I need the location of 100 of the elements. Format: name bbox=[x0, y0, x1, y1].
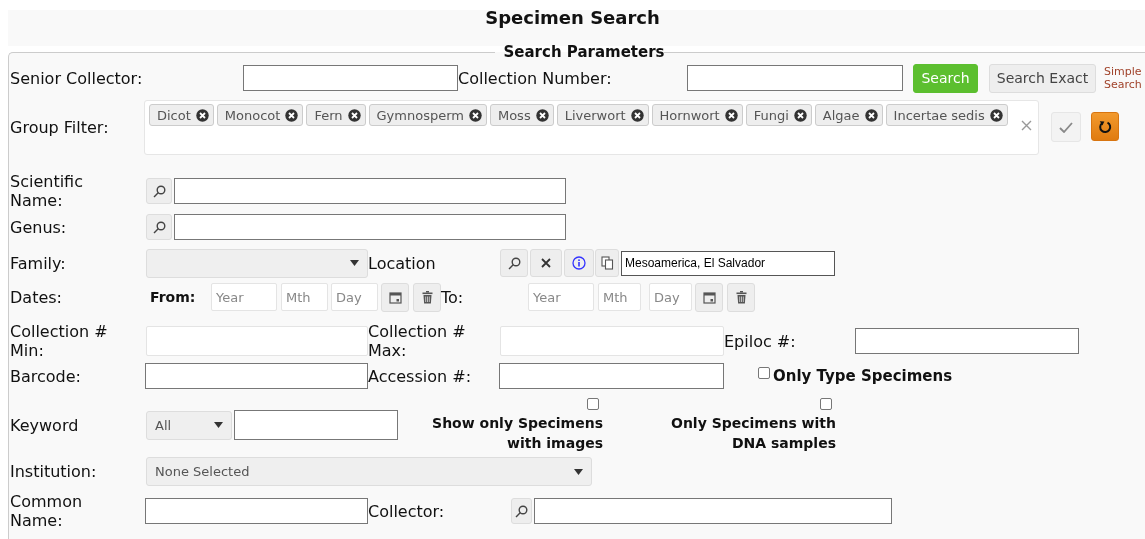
calendar-icon bbox=[702, 290, 716, 304]
field-label: Barcode: bbox=[10, 366, 82, 386]
field-label: Common Name: bbox=[10, 492, 84, 530]
remove-icon[interactable] bbox=[989, 108, 1003, 122]
collector-field[interactable] bbox=[534, 498, 892, 524]
scientific-name-field[interactable] bbox=[174, 178, 566, 204]
reset-button[interactable] bbox=[1091, 112, 1119, 141]
remove-icon[interactable] bbox=[347, 108, 361, 122]
calendar-button[interactable] bbox=[381, 282, 409, 312]
remove-icon[interactable] bbox=[285, 108, 299, 122]
clear-button[interactable] bbox=[530, 249, 562, 277]
field-label: Collection Number: bbox=[458, 68, 613, 88]
checkbox-label: Only Specimens with DNA samples bbox=[670, 413, 836, 453]
field-label: Collection # Max: bbox=[368, 322, 467, 360]
search-icon bbox=[152, 220, 166, 234]
common-name-field[interactable] bbox=[145, 498, 368, 524]
field-label: Institution: bbox=[10, 462, 98, 481]
trash-icon bbox=[421, 290, 433, 304]
caret-icon bbox=[350, 260, 359, 266]
field-label: Family: bbox=[10, 253, 67, 273]
filter-tag: Gymnosperm bbox=[368, 104, 487, 126]
field-label: From: bbox=[150, 289, 197, 305]
date-field[interactable]: Day bbox=[331, 283, 378, 311]
copy-icon bbox=[600, 256, 614, 270]
caret-icon bbox=[214, 422, 223, 428]
calendar-icon bbox=[388, 290, 402, 304]
filter-tag: Moss bbox=[489, 104, 554, 126]
trash-icon bbox=[735, 290, 747, 304]
reset-icon bbox=[1098, 119, 1112, 134]
keyword-dropdown[interactable]: All bbox=[146, 410, 232, 440]
delete-button[interactable] bbox=[727, 282, 755, 312]
checkbox[interactable] bbox=[820, 397, 832, 410]
field-label: Scientific Name: bbox=[10, 172, 84, 210]
date-field[interactable]: Mth bbox=[281, 283, 328, 311]
field-label: Genus: bbox=[10, 217, 68, 237]
remove-icon[interactable] bbox=[468, 108, 482, 122]
search-icon bbox=[152, 184, 166, 198]
filter-tag: Dicot bbox=[149, 104, 214, 126]
check-icon bbox=[1059, 121, 1073, 133]
field-label: Collection # Min: bbox=[10, 322, 109, 360]
field-label: Location bbox=[368, 253, 437, 273]
copy-button[interactable] bbox=[595, 249, 619, 277]
field-label: Dates: bbox=[10, 287, 63, 307]
remove-icon[interactable] bbox=[793, 108, 807, 122]
remove-icon[interactable] bbox=[535, 108, 549, 122]
info-button[interactable] bbox=[564, 249, 594, 277]
collection-min-field[interactable] bbox=[146, 326, 368, 356]
page-title: Specimen Search bbox=[484, 8, 661, 28]
tag-input[interactable]: Dicot Monocot Fern Gymnosperm Moss Liverwort Hornwort Fungi Algae Incertae sedis bbox=[144, 100, 1039, 155]
date-field[interactable]: Year bbox=[528, 283, 594, 311]
field-label: Epiloc #: bbox=[724, 331, 797, 351]
filter-tag: Hornwort bbox=[651, 104, 743, 126]
checkbox[interactable] bbox=[587, 397, 599, 410]
filter-tag: Fungi bbox=[745, 104, 812, 126]
close-icon bbox=[541, 258, 551, 268]
senior-collector-field[interactable] bbox=[243, 65, 458, 91]
field-label: Keyword bbox=[10, 415, 80, 435]
barcode-field[interactable] bbox=[145, 363, 368, 389]
filter-tag: Algae bbox=[814, 104, 883, 126]
institution-dropdown[interactable]: None Selected bbox=[146, 457, 592, 486]
filter-tag: Incertae sedis bbox=[885, 104, 1008, 126]
remove-icon[interactable] bbox=[724, 108, 738, 122]
collection-max-field[interactable] bbox=[500, 326, 724, 356]
search-icon bbox=[515, 504, 528, 518]
checkbox[interactable] bbox=[758, 367, 770, 379]
checkbox-label: Show only Specimens with images bbox=[431, 413, 603, 453]
field-label: Senior Collector: bbox=[10, 68, 144, 88]
date-field[interactable]: Day bbox=[649, 283, 692, 311]
search-icon bbox=[507, 256, 521, 270]
field-label: Group Filter: bbox=[10, 118, 110, 137]
remove-icon[interactable] bbox=[630, 108, 644, 122]
keyword-field[interactable] bbox=[234, 410, 398, 440]
lookup-button[interactable] bbox=[500, 249, 528, 277]
delete-button[interactable] bbox=[413, 282, 441, 312]
accession-field[interactable] bbox=[499, 363, 724, 389]
filter-tag: Monocot bbox=[216, 104, 304, 126]
caret-icon bbox=[574, 468, 583, 475]
genus-field[interactable] bbox=[174, 214, 566, 240]
collection-number-field[interactable] bbox=[687, 65, 903, 91]
lookup-button[interactable] bbox=[146, 178, 172, 204]
remove-icon[interactable] bbox=[195, 108, 209, 122]
section-title: Search Parameters bbox=[502, 46, 666, 58]
date-field[interactable]: Mth bbox=[598, 283, 641, 311]
filter-tag: Fern bbox=[306, 104, 366, 126]
field-label: Collector: bbox=[368, 501, 446, 521]
simple-search-link[interactable]: Simple Search bbox=[1104, 65, 1145, 91]
filter-tag: Liverwort bbox=[556, 104, 649, 126]
location-field[interactable]: Mesoamerica, El Salvador bbox=[621, 250, 835, 276]
field-label: To: bbox=[441, 287, 465, 307]
epiloc-field[interactable] bbox=[855, 328, 1079, 354]
field-label: Accession #: bbox=[368, 366, 473, 386]
remove-icon[interactable] bbox=[864, 108, 878, 122]
search-exact-button[interactable]: Search Exact bbox=[989, 63, 1096, 93]
date-field[interactable]: Year bbox=[211, 283, 277, 311]
checkbox-label: Only Type Specimens bbox=[773, 367, 953, 385]
clear-icon[interactable] bbox=[1021, 120, 1032, 131]
lookup-button[interactable] bbox=[146, 214, 172, 240]
lookup-button[interactable] bbox=[511, 498, 532, 524]
calendar-button[interactable] bbox=[695, 282, 723, 312]
info-icon bbox=[572, 256, 586, 270]
